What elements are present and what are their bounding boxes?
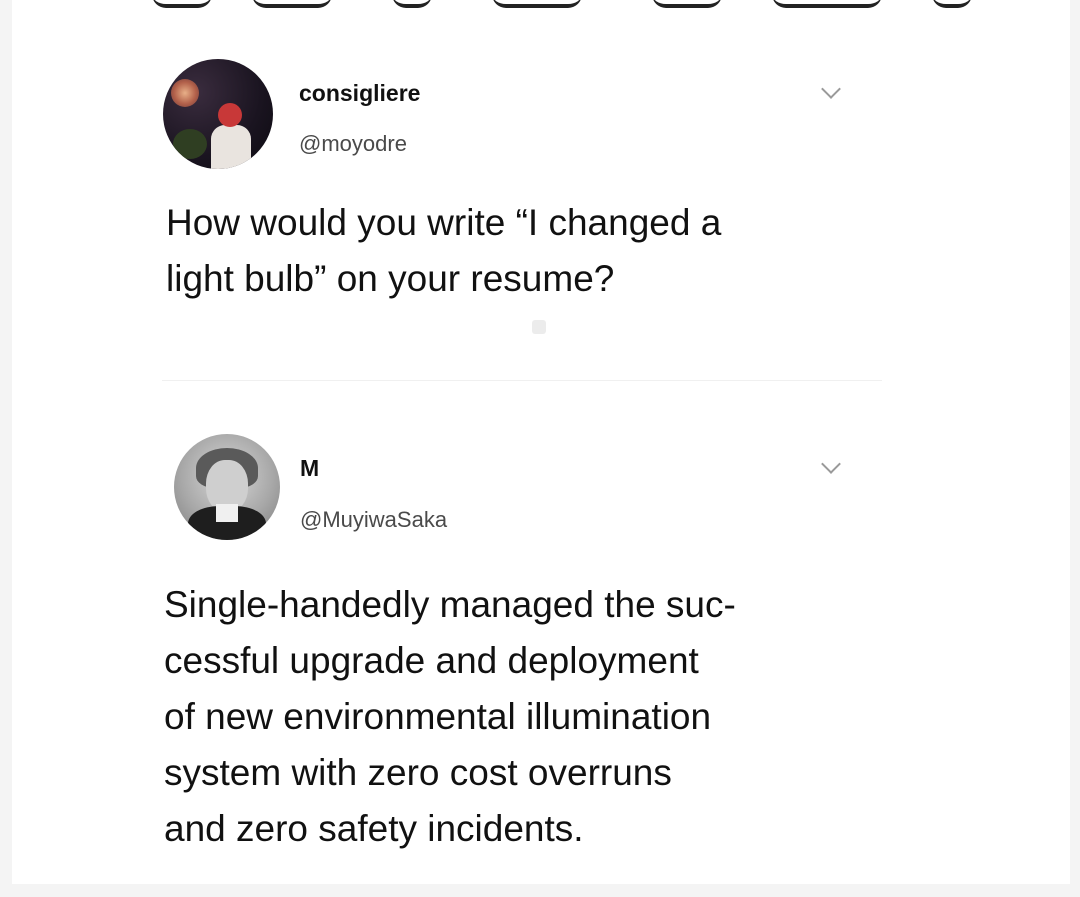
chevron-down-icon[interactable] <box>821 454 841 474</box>
user-handle[interactable]: @moyodre <box>299 131 407 157</box>
user-handle[interactable]: @MuyiwaSaka <box>300 507 447 533</box>
tweet-text: Single-handedly managed the suc- cessful… <box>164 584 736 849</box>
profile-avatar[interactable] <box>163 59 273 169</box>
display-name[interactable]: consigliere <box>299 80 420 107</box>
screenshot-frame: consigliere @moyodre How would you write… <box>0 0 1080 897</box>
cropped-previous-text <box>132 0 992 8</box>
tweet-screenshot-card: consigliere @moyodre How would you write… <box>12 0 1070 884</box>
display-name[interactable]: M <box>300 455 319 482</box>
faint-artifact-icon <box>532 320 546 334</box>
tweet-text: How would you write “I changed a light b… <box>166 202 722 299</box>
chevron-down-icon[interactable] <box>821 79 841 99</box>
tweet-divider <box>162 380 882 381</box>
profile-avatar[interactable] <box>174 434 280 540</box>
